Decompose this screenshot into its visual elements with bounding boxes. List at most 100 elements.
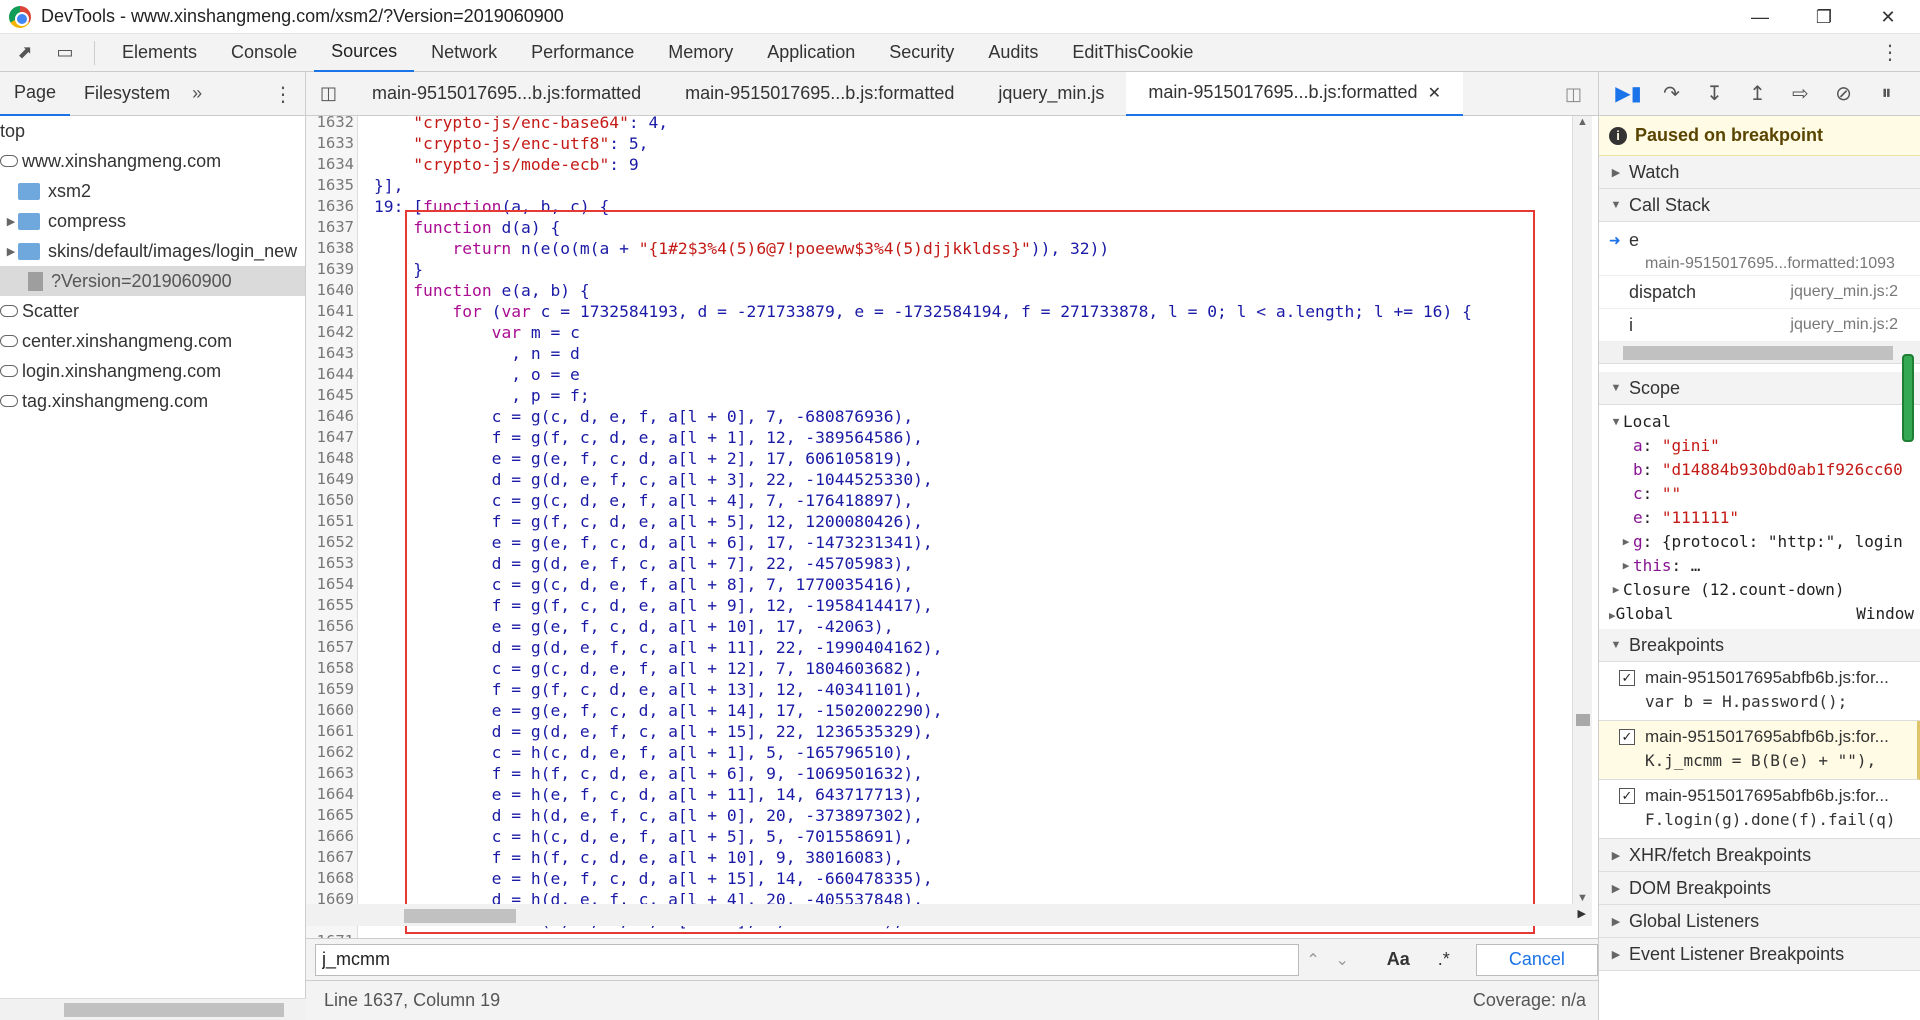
more-options-icon[interactable]: ⋮ [1880,40,1900,65]
code-line[interactable]: 1654 c = g(c, d, e, f, a[l + 8], 7, 1770… [306,574,1578,595]
code-line[interactable]: 1663 f = h(f, c, d, e, a[l + 6], 9, -106… [306,763,1578,784]
scope-variable[interactable]: ▶ this: … [1609,553,1920,577]
code-line[interactable]: 1662 c = h(c, d, e, f, a[l + 1], 5, -165… [306,742,1578,763]
section-dom-breakpoints[interactable]: ▶ DOM Breakpoints [1599,872,1920,905]
scrollbar-thumb[interactable] [1576,714,1590,726]
code-line[interactable]: 1649 d = g(d, e, f, c, a[l + 3], 22, -10… [306,469,1578,490]
code-line[interactable]: 1647 f = g(f, c, d, e, a[l + 1], 12, -38… [306,427,1578,448]
scope-variable[interactable]: a: "gini" [1609,433,1920,457]
step-out-icon[interactable]: ↥ [1736,79,1779,109]
scope-variable[interactable]: c: "" [1609,481,1920,505]
code-line[interactable]: 1656 e = g(e, f, c, d, a[l + 10], 17, -4… [306,616,1578,637]
line-number[interactable]: 1661 [306,721,358,742]
regex-button[interactable]: .* [1438,949,1450,970]
scroll-down-icon[interactable]: ▼ [1577,892,1588,904]
section-xhr-breakpoints[interactable]: ▶ XHR/fetch Breakpoints [1599,839,1920,872]
line-number[interactable]: 1651 [306,511,358,532]
line-number[interactable]: 1658 [306,658,358,679]
code-line[interactable]: 1657 d = g(d, e, f, c, a[l + 11], 22, -1… [306,637,1578,658]
scope-variable[interactable]: e: "111111" [1609,505,1920,529]
tree-item[interactable]: xsm2 [0,176,305,206]
resume-icon[interactable]: ▶▮ [1607,79,1650,109]
breakpoint-item[interactable]: ✓ main-9515017695abfb6b.js:for... K.j_mcmm… [1599,721,1920,780]
code-line[interactable]: 1658 c = g(c, d, e, f, a[l + 12], 7, 180… [306,658,1578,679]
section-global-listeners[interactable]: ▶ Global Listeners [1599,905,1920,938]
line-number[interactable]: 1637 [306,217,358,238]
code-line[interactable]: 1661 d = g(d, e, f, c, a[l + 15], 22, 12… [306,721,1578,742]
code-line[interactable]: 1660 e = g(e, f, c, d, a[l + 14], 17, -1… [306,700,1578,721]
tree-item[interactable]: top [0,116,305,146]
tab-elements[interactable]: Elements [105,34,214,72]
tree-item[interactable]: center.xinshangmeng.com [0,326,305,356]
line-number[interactable]: 1662 [306,742,358,763]
tab-filesystem[interactable]: Filesystem [70,72,184,116]
device-toolbar-icon[interactable]: ▭ [50,38,80,68]
scrollbar-thumb[interactable] [404,909,516,923]
line-number[interactable]: 1648 [306,448,358,469]
editor-horizontal-scrollbar[interactable]: ▶ [306,904,1592,926]
line-number[interactable]: 1660 [306,700,358,721]
code-line[interactable]: 1644 , o = e [306,364,1578,385]
debugger-scrollbar-thumb[interactable] [1902,354,1914,442]
section-call-stack[interactable]: ▼ Call Stack [1599,189,1920,222]
tab-performance[interactable]: Performance [514,34,651,72]
line-number[interactable]: 1642 [306,322,358,343]
scope-closure[interactable]: ▶ Closure (12.count-down) [1609,577,1920,601]
more-tabs-icon[interactable]: » [184,83,210,104]
toggle-debugger-icon[interactable]: ◫ [1565,84,1582,105]
line-number[interactable]: 1649 [306,469,358,490]
line-number[interactable]: 1664 [306,784,358,805]
section-scope[interactable]: ▼ Scope [1599,372,1920,405]
coverage-status[interactable]: Coverage: n/a [1473,990,1586,1011]
code-line[interactable]: 1640 function e(a, b) { [306,280,1578,301]
breakpoint-item[interactable]: ✓ main-9515017695abfb6b.js:for... var b = … [1599,662,1920,721]
call-frame[interactable]: dispatch jquery_min.js:2 [1599,276,1920,309]
line-number[interactable]: 1634 [306,154,358,175]
cancel-button[interactable]: Cancel [1475,943,1598,976]
maximize-button[interactable]: ❐ [1792,0,1856,34]
search-next-icon[interactable]: ⌄ [1328,950,1357,970]
tree-item[interactable]: ▶ skins/default/images/login_new [0,236,305,266]
code-line[interactable]: 1650 c = g(c, d, e, f, a[l + 4], 7, -176… [306,490,1578,511]
code-line[interactable]: 1666 c = h(c, d, e, f, a[l + 5], 5, -701… [306,826,1578,847]
tab-security[interactable]: Security [872,34,971,72]
code-line[interactable]: 1633 "crypto-js/enc-utf8": 5, [306,133,1578,154]
scope-variable[interactable]: ▶ g: {protocol: "http:", login [1609,529,1920,553]
code-line[interactable]: 1667 f = h(f, c, d, e, a[l + 10], 9, 380… [306,847,1578,868]
call-frame-current[interactable]: ➜ e main-9515017695...formatted:1093 [1599,222,1920,276]
section-watch[interactable]: ▶ Watch [1599,156,1920,189]
code-line[interactable]: 1659 f = g(f, c, d, e, a[l + 13], 12, -4… [306,679,1578,700]
tab-network[interactable]: Network [414,34,514,72]
editor-vertical-scrollbar[interactable]: ▲ ▼ [1572,116,1592,904]
code-line[interactable]: 1637 function d(a) { [306,217,1578,238]
call-frame[interactable]: i jquery_min.js:2 [1599,309,1920,342]
search-prev-icon[interactable]: ⌃ [1299,950,1328,970]
frame-location[interactable]: jquery_min.js:2 [1790,316,1898,334]
editor-tab[interactable]: main-9515017695...b.js:formatted [350,72,663,116]
code-line[interactable]: 1638 return n(e(o(m(a + "{1#2$3%4(5)6@7!… [306,238,1578,259]
line-number[interactable]: 1659 [306,679,358,700]
line-number[interactable]: 1656 [306,616,358,637]
code-line[interactable]: 1642 var m = c [306,322,1578,343]
line-number[interactable]: 1665 [306,805,358,826]
editor-tab[interactable]: main-9515017695...b.js:formatted ✕ [1126,71,1463,116]
code-line[interactable]: 1648 e = g(e, f, c, d, a[l + 2], 17, 606… [306,448,1578,469]
scope-global[interactable]: ▶Global Window [1609,601,1920,625]
line-number[interactable]: 1641 [306,301,358,322]
code-line[interactable]: 1632 "crypto-js/enc-base64": 4, [306,116,1578,133]
breakpoint-item[interactable]: ✓ main-9515017695abfb6b.js:for... F.login(… [1599,780,1920,839]
tab-page[interactable]: Page [0,72,71,116]
breakpoint-checkbox[interactable]: ✓ [1619,788,1635,804]
search-input[interactable] [315,943,1299,976]
call-stack-scrollbar[interactable] [1599,342,1920,364]
tree-item[interactable]: ▶ compress [0,206,305,236]
line-number[interactable]: 1636 [306,196,358,217]
line-number[interactable]: 1654 [306,574,358,595]
tree-item[interactable]: ?Version=2019060900 [0,266,305,296]
frame-location[interactable]: jquery_min.js:2 [1790,283,1898,301]
inspect-element-icon[interactable]: ⬈ [10,38,40,68]
match-case-button[interactable]: Aa [1387,949,1410,970]
line-number[interactable]: 1663 [306,763,358,784]
navigator-horizontal-scrollbar[interactable] [0,998,306,1020]
scrollbar-thumb[interactable] [1623,346,1893,360]
